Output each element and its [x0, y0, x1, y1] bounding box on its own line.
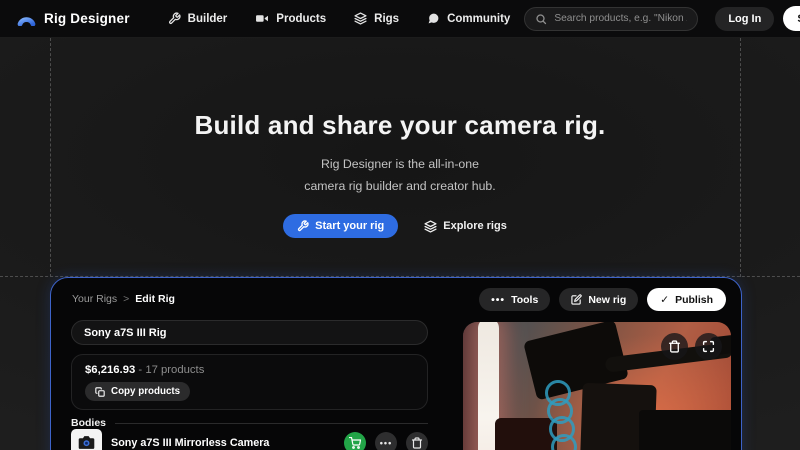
section-divider — [115, 423, 428, 424]
nav-item-community[interactable]: Community — [427, 12, 510, 25]
tools-icon — [168, 12, 181, 25]
ellipsis-icon: ••• — [380, 438, 392, 448]
top-navbar: Rig Designer Builder Products Rigs Commu… — [0, 0, 800, 38]
chat-icon — [427, 12, 440, 25]
signup-button[interactable]: Sign Up — [783, 6, 800, 31]
search-icon — [535, 13, 547, 25]
equipment-box-silhouette — [639, 410, 731, 450]
breadcrumb-your-rigs[interactable]: Your Rigs — [72, 293, 117, 305]
cart-icon — [349, 437, 361, 449]
nav-label: Products — [276, 13, 326, 25]
trash-icon — [668, 340, 681, 353]
nav-label: Builder — [188, 13, 228, 25]
start-your-rig-button[interactable]: Start your rig — [283, 214, 398, 238]
brand-name: Rig Designer — [44, 11, 130, 26]
product-delete-button[interactable] — [406, 432, 428, 450]
bodies-label: Bodies — [71, 417, 106, 429]
search-input[interactable] — [554, 13, 687, 24]
photo-actions — [661, 333, 722, 360]
breadcrumb-edit-rig: Edit Rig — [135, 293, 175, 305]
nav-item-builder[interactable]: Builder — [168, 12, 228, 25]
trash-icon — [411, 437, 423, 449]
layers-icon — [424, 220, 437, 233]
copy-products-button[interactable]: Copy products — [85, 382, 190, 401]
publish-button[interactable]: ✓ Publish — [647, 288, 726, 311]
edit-icon — [571, 294, 582, 305]
rig-summary-card: $6,216.93 - 17 products Copy products — [71, 354, 428, 410]
explore-rigs-button[interactable]: Explore rigs — [414, 214, 517, 238]
rig-name-input[interactable] — [71, 320, 428, 345]
rig-preview-image — [463, 322, 731, 450]
rig-total-price: $6,216.93 — [85, 364, 135, 376]
hero-subtitle: Rig Designer is the all-in-one camera ri… — [0, 154, 800, 197]
delete-image-button[interactable] — [661, 333, 688, 360]
breadcrumb-separator: > — [123, 293, 129, 305]
hero-section: Build and share your camera rig. Rig Des… — [0, 38, 800, 238]
speaker-silhouette — [495, 418, 557, 450]
check-icon: ✓ — [660, 294, 669, 306]
copy-icon — [95, 387, 105, 397]
rig-product-count: 17 products — [145, 364, 204, 376]
login-button[interactable]: Log In — [715, 7, 774, 31]
add-to-cart-button[interactable] — [344, 432, 366, 450]
product-thumbnail — [71, 429, 102, 450]
rig-editor-panel: Your Rigs > Edit Rig ••• Tools New rig ✓… — [50, 277, 742, 450]
rig-designer-logo-icon — [17, 11, 36, 26]
new-rig-button[interactable]: New rig — [559, 288, 638, 311]
ellipsis-icon: ••• — [491, 294, 505, 306]
brand-logo[interactable]: Rig Designer — [17, 11, 130, 26]
hero-subtitle-line1: Rig Designer is the all-in-one — [0, 154, 800, 176]
breadcrumb: Your Rigs > Edit Rig — [72, 293, 175, 305]
hero-cta-row: Start your rig Explore rigs — [0, 214, 800, 238]
product-more-button[interactable]: ••• — [375, 432, 397, 450]
layers-icon — [354, 12, 367, 25]
hero-title: Build and share your camera rig. — [0, 110, 800, 141]
video-camera-icon — [255, 12, 269, 25]
search-box[interactable] — [524, 7, 698, 31]
hero-subtitle-line2: camera rig builder and creator hub. — [0, 176, 800, 198]
nav-item-products[interactable]: Products — [255, 12, 326, 25]
expand-image-button[interactable] — [695, 333, 722, 360]
tools-icon — [297, 220, 309, 232]
nav-label: Community — [447, 13, 510, 25]
panel-toolbar: ••• Tools New rig ✓ Publish — [479, 288, 726, 311]
tools-button[interactable]: ••• Tools — [479, 288, 550, 311]
bodies-section-header: Bodies — [71, 417, 428, 429]
product-list-item[interactable]: Sony a7S III Mirrorless Camera ••• — [71, 429, 428, 450]
product-name: Sony a7S III Mirrorless Camera — [111, 437, 335, 449]
nav-item-rigs[interactable]: Rigs — [354, 12, 399, 25]
nav-label: Rigs — [374, 13, 399, 25]
rig-total-line: $6,216.93 - 17 products — [85, 364, 414, 376]
expand-icon — [702, 340, 715, 353]
